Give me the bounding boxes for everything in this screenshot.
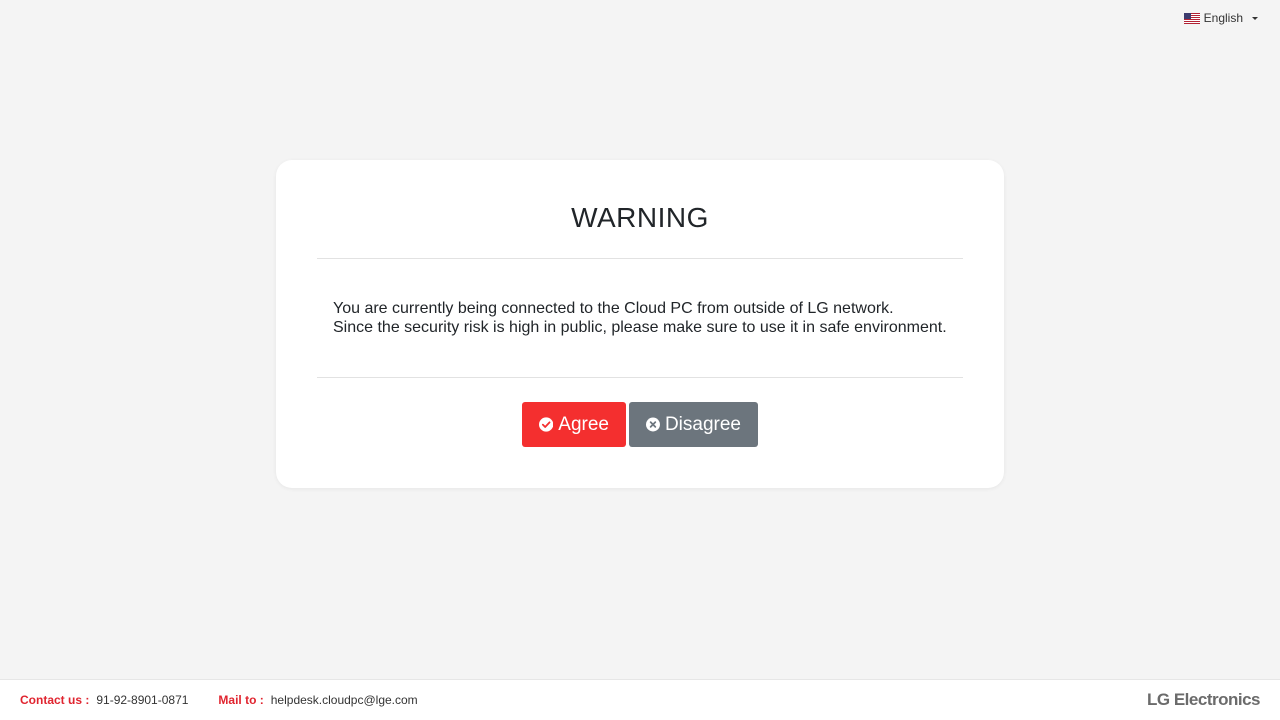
footer-contact: Contact us : 91-92-8901-0871 Mail to : hel… bbox=[20, 693, 418, 707]
footer: Contact us : 91-92-8901-0871 Mail to : hel… bbox=[0, 679, 1280, 720]
divider bbox=[317, 377, 963, 378]
contact-phone: 91-92-8901-0871 bbox=[96, 693, 189, 707]
language-label: English bbox=[1203, 11, 1243, 25]
times-circle-icon bbox=[646, 417, 660, 432]
divider bbox=[317, 258, 963, 259]
contact-label: Contact us : bbox=[20, 693, 90, 707]
mail-label: Mail to : bbox=[218, 693, 264, 707]
agree-button[interactable]: Agree bbox=[522, 402, 626, 447]
agree-label: Agree bbox=[558, 413, 609, 435]
caret-down-icon bbox=[1252, 16, 1258, 20]
warning-dialog: WARNING You are currently being connecte… bbox=[276, 160, 1004, 488]
mail-address[interactable]: helpdesk.cloudpc@lge.com bbox=[271, 693, 418, 707]
button-row: Agree Disagree bbox=[522, 402, 758, 447]
warning-message: You are currently being connected to the… bbox=[333, 299, 947, 337]
message-line-1: You are currently being connected to the… bbox=[333, 300, 894, 317]
contact-info: Contact us : 91-92-8901-0871 bbox=[20, 693, 188, 707]
dialog-title: WARNING bbox=[571, 202, 709, 233]
message-line-2: Since the security risk is high in publi… bbox=[333, 319, 947, 336]
disagree-button[interactable]: Disagree bbox=[629, 402, 758, 447]
disagree-label: Disagree bbox=[664, 413, 741, 435]
language-selector[interactable]: English bbox=[1183, 11, 1258, 25]
mail-info: Mail to : helpdesk.cloudpc@lge.com bbox=[218, 693, 417, 707]
brand-logo: LG Electronics bbox=[1147, 690, 1260, 709]
us-flag-icon bbox=[1183, 12, 1200, 24]
check-circle-icon bbox=[539, 417, 554, 432]
